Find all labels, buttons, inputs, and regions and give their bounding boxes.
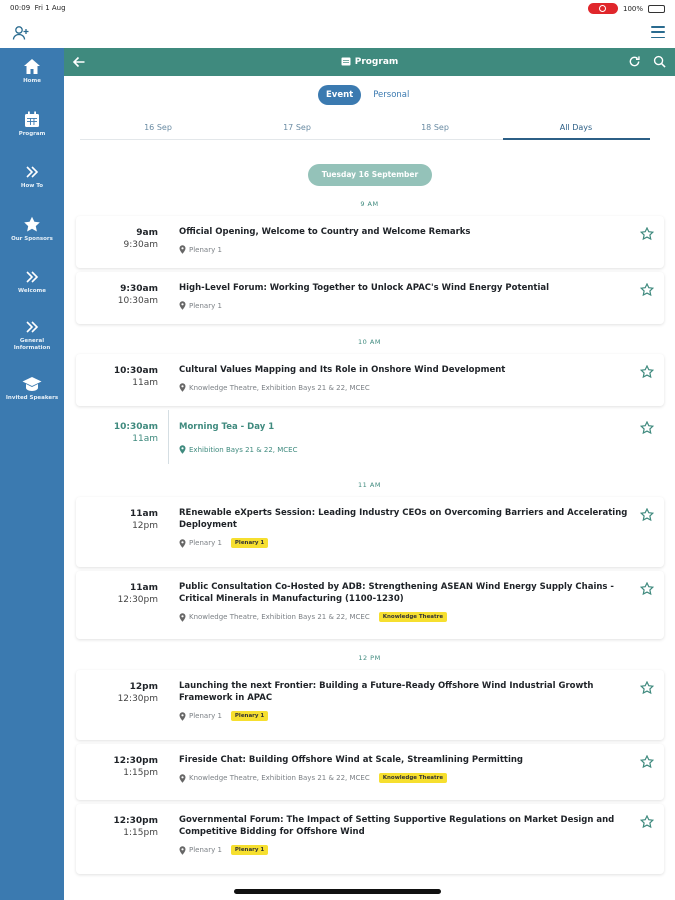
hamburger-menu-icon[interactable] (651, 26, 665, 38)
session-location: Plenary 1 Plenary 1 (179, 845, 638, 855)
session-title: Launching the next Frontier: Building a … (179, 681, 594, 703)
favorite-star-icon[interactable] (640, 508, 654, 522)
hour-divider-11am: 11 AM (358, 481, 381, 489)
location-pin-icon (179, 773, 186, 783)
location-pin-icon (179, 845, 186, 855)
break-card[interactable]: 10:30am 11am Morning Tea - Day 1 Exhibiti… (76, 410, 664, 472)
favorite-star-icon[interactable] (640, 421, 654, 435)
session-location: Knowledge Theatre, Exhibition Bays 21 & … (179, 773, 638, 783)
program-header: Program (64, 48, 675, 76)
chevrons-right-icon (26, 166, 39, 178)
hour-divider-10am: 10 AM (358, 338, 381, 346)
session-location: Plenary 1 Plenary 1 (179, 711, 638, 721)
favorite-star-icon[interactable] (640, 815, 654, 829)
favorite-star-icon[interactable] (640, 681, 654, 695)
toggle-personal[interactable]: Personal (361, 85, 417, 105)
day-tabs: 16 Sep 17 Sep 18 Sep All Days (80, 118, 650, 140)
calendar-icon (341, 57, 351, 66)
session-title: Fireside Chat: Building Offshore Wind at… (179, 755, 523, 765)
battery-percent: 100% (622, 4, 643, 13)
session-card[interactable]: 9:30am 10:30am High-Level Forum: Working … (76, 272, 664, 324)
toggle-event[interactable]: Event (318, 85, 362, 105)
hour-divider-12pm: 12 PM (358, 654, 381, 662)
calendar-icon (25, 111, 39, 127)
home-icon (24, 59, 40, 74)
tab-16-sep[interactable]: 16 Sep (85, 123, 231, 132)
session-card[interactable]: 11am 12:30pm Public Consultation Co-Hoste… (76, 571, 664, 639)
location-pin-icon (179, 245, 186, 254)
chevrons-right-icon (26, 271, 39, 283)
add-person-icon[interactable] (12, 24, 30, 42)
sidebar-item-welcome[interactable]: Welcome (0, 269, 64, 295)
sidebar-item-home[interactable]: Home (0, 58, 64, 85)
favorite-star-icon[interactable] (640, 227, 654, 241)
location-pin-icon (179, 383, 186, 392)
status-time: 00:09 Fri 1 Aug (10, 4, 66, 12)
sidebar-item-program[interactable]: Program (0, 111, 64, 138)
day-heading: Tuesday 16 September (308, 164, 432, 186)
star-icon (24, 216, 40, 232)
session-location: Exhibition Bays 21 & 22, MCEC (179, 445, 638, 454)
venue-tag: Plenary 1 (230, 711, 269, 721)
tab-all-days[interactable]: All Days (503, 123, 649, 132)
session-card[interactable]: 9am 9:30am Official Opening, Welcome to C… (76, 216, 664, 268)
home-indicator[interactable] (234, 889, 441, 894)
favorite-star-icon[interactable] (640, 755, 654, 769)
session-title: Morning Tea - Day 1 (179, 422, 275, 432)
graduation-cap-icon (22, 377, 42, 391)
battery-icon (648, 4, 665, 13)
session-title: High-Level Forum: Working Together to Un… (179, 283, 550, 293)
active-tab-indicator (503, 138, 650, 140)
session-card[interactable]: 12:30pm 1:15pm Governmental Forum: The Im… (76, 804, 664, 874)
sidebar-item-invited-speakers[interactable]: Invited Speakers (0, 376, 64, 402)
refresh-icon[interactable] (628, 55, 641, 68)
screen-record-icon (587, 3, 618, 14)
session-card[interactable]: 12:30pm 1:15pm Fireside Chat: Building Of… (76, 744, 664, 800)
favorite-star-icon[interactable] (640, 365, 654, 379)
session-location: Knowledge Theatre, Exhibition Bays 21 & … (179, 612, 638, 622)
app-bar (0, 18, 675, 48)
chevrons-right-icon (26, 321, 39, 333)
page-title: Program (64, 56, 675, 67)
favorite-star-icon[interactable] (640, 283, 654, 297)
tab-18-sep[interactable]: 18 Sep (362, 123, 508, 132)
venue-tag: Knowledge Theatre (378, 612, 448, 622)
venue-tag: Plenary 1 (230, 538, 269, 548)
search-icon[interactable] (653, 55, 666, 68)
sidebar: Home Program How To Our Sponsors Welcome… (0, 48, 64, 900)
session-title: REnewable eXperts Session: Leading Indus… (179, 508, 628, 530)
venue-tag: Plenary 1 (230, 845, 269, 855)
favorite-star-icon[interactable] (640, 582, 654, 596)
session-title: Cultural Values Mapping and Its Role in … (179, 365, 506, 375)
event-personal-toggle: Event Personal (318, 85, 417, 105)
session-card[interactable]: 11am 12pm REnewable eXperts Session: Lead… (76, 497, 664, 567)
session-title: Governmental Forum: The Impact of Settin… (179, 815, 615, 837)
session-location: Plenary 1 (179, 245, 638, 254)
status-bar: 00:09 Fri 1 Aug 100% (0, 0, 675, 18)
location-pin-icon (179, 445, 186, 454)
location-pin-icon (179, 301, 186, 310)
session-title: Official Opening, Welcome to Country and… (179, 227, 471, 237)
location-pin-icon (179, 612, 186, 622)
session-location: Plenary 1 (179, 301, 638, 310)
sidebar-item-how-to[interactable]: How To (0, 164, 64, 190)
session-location: Knowledge Theatre, Exhibition Bays 21 & … (179, 383, 638, 392)
hour-divider-9am: 9 AM (360, 200, 379, 208)
session-card[interactable]: 12pm 12:30pm Launching the next Frontier:… (76, 670, 664, 740)
session-location: Plenary 1 Plenary 1 (179, 538, 638, 548)
venue-tag: Knowledge Theatre (378, 773, 448, 783)
sidebar-item-our-sponsors[interactable]: Our Sponsors (0, 216, 64, 243)
session-card[interactable]: 10:30am 11am Cultural Values Mapping and … (76, 354, 664, 406)
session-title: Public Consultation Co-Hosted by ADB: St… (179, 582, 614, 604)
sidebar-item-general-information[interactable]: General Information (0, 319, 64, 351)
location-pin-icon (179, 538, 186, 548)
tab-17-sep[interactable]: 17 Sep (224, 123, 370, 132)
location-pin-icon (179, 711, 186, 721)
